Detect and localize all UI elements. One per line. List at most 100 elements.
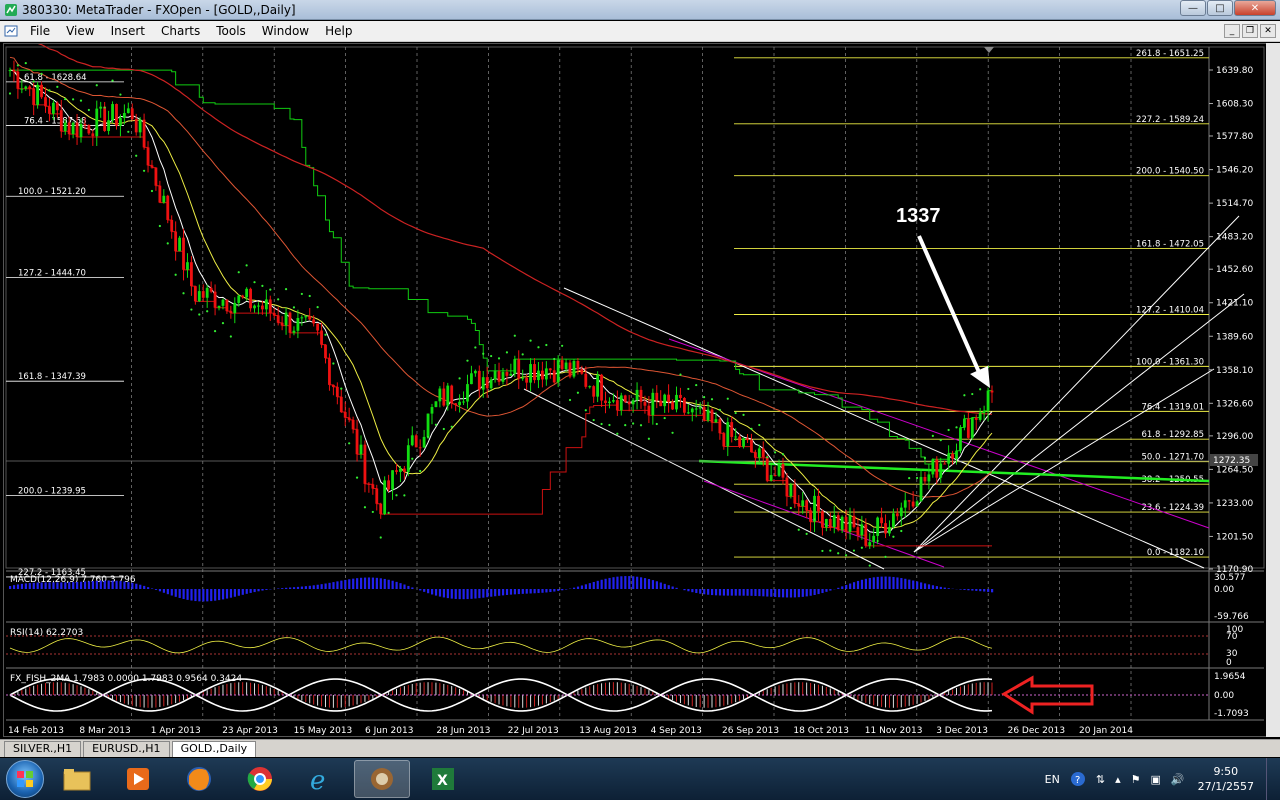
candle-body xyxy=(308,316,312,320)
macd-bar xyxy=(852,582,856,589)
candle-body xyxy=(111,104,114,121)
clock[interactable]: 9:50 27/1/2557 xyxy=(1198,764,1254,794)
candle-body xyxy=(119,117,122,126)
macd-bar xyxy=(754,589,757,596)
candle-body xyxy=(193,286,197,302)
macd-bar xyxy=(119,581,122,589)
sar-dot xyxy=(371,510,374,514)
macd-bar xyxy=(52,582,55,589)
tray-volume-icon[interactable]: 🔊 xyxy=(1171,773,1185,786)
candle-body xyxy=(71,122,75,135)
sar-dot xyxy=(718,408,721,411)
chart-document-icon[interactable] xyxy=(4,24,18,38)
macd-bar xyxy=(300,586,304,589)
tab-gold[interactable]: GOLD.,Daily xyxy=(171,741,257,757)
candle-body xyxy=(537,370,540,381)
candle-body xyxy=(217,305,221,308)
tray-chevron-icon[interactable]: ▴ xyxy=(1115,773,1121,786)
candle-body xyxy=(276,315,280,323)
candle-body xyxy=(951,453,954,459)
start-button[interactable] xyxy=(6,760,44,798)
candle-body xyxy=(832,515,836,528)
sar-dot xyxy=(142,169,146,172)
candle-body xyxy=(288,312,292,333)
tray-settings-icon[interactable]: ⇅ xyxy=(1096,773,1105,786)
candle-body xyxy=(982,410,986,413)
menu-charts[interactable]: Charts xyxy=(153,24,208,38)
date-axis-label: 3 Dec 2013 xyxy=(936,726,988,736)
macd-bar xyxy=(430,589,434,595)
minimize-button[interactable]: — xyxy=(1180,0,1206,16)
tray-flag-icon[interactable]: ⚑ xyxy=(1131,773,1141,786)
macd-bar xyxy=(813,589,816,595)
menu-help[interactable]: Help xyxy=(317,24,360,38)
menu-view[interactable]: View xyxy=(58,24,102,38)
macd-bar xyxy=(218,589,221,601)
sar-dot xyxy=(261,284,264,288)
taskbar-chrome[interactable] xyxy=(232,760,288,798)
sar-dot xyxy=(32,80,35,83)
sar-dot xyxy=(923,456,927,460)
taskbar-metatrader[interactable] xyxy=(354,760,410,798)
macd-bar xyxy=(884,576,887,589)
right-scrollbar[interactable] xyxy=(1266,43,1280,737)
macd-bar xyxy=(912,580,915,589)
macd-bar xyxy=(521,589,524,594)
metatrader-app-icon xyxy=(5,3,17,16)
macd-bar xyxy=(442,589,446,598)
sar-dot xyxy=(837,552,840,555)
red-envelope-line xyxy=(10,69,992,547)
candle-body xyxy=(328,358,331,385)
macd-bar xyxy=(742,589,745,596)
macd-bar xyxy=(841,586,844,589)
macd-bar xyxy=(655,581,658,589)
taskbar-internet-explorer[interactable]: e xyxy=(293,760,349,798)
candle-body xyxy=(458,401,461,406)
menu-file[interactable]: File xyxy=(22,24,58,38)
candle-body xyxy=(521,377,525,379)
child-restore-button[interactable]: ❐ xyxy=(1242,24,1258,38)
chart-window[interactable]: 61.8 - 1628.64 76.4 - 1587.58 100.0 - 1521… xyxy=(3,26,1278,738)
macd-axis-top: 30.577 xyxy=(1214,573,1246,583)
close-button[interactable]: ✕ xyxy=(1234,0,1276,16)
candle-body xyxy=(817,495,820,512)
candle-body xyxy=(923,476,927,482)
maximize-button[interactable]: □ xyxy=(1207,0,1233,16)
show-desktop-button[interactable] xyxy=(1266,758,1280,800)
sar-dot xyxy=(868,564,871,567)
candle-body xyxy=(8,70,12,72)
menu-insert[interactable]: Insert xyxy=(103,24,153,38)
tab-silver[interactable]: SILVER.,H1 xyxy=(4,741,82,757)
candle-body xyxy=(769,474,773,481)
macd-bar xyxy=(793,589,797,598)
macd-bar xyxy=(683,589,686,591)
child-minimize-button[interactable]: _ xyxy=(1224,24,1240,38)
taskbar-excel[interactable]: X xyxy=(415,760,471,798)
svg-text:e: e xyxy=(310,766,325,794)
candle-body xyxy=(801,500,805,507)
help-icon[interactable]: ? xyxy=(1070,771,1086,787)
candle-body xyxy=(20,88,24,90)
macd-bar xyxy=(135,583,138,589)
candle-body xyxy=(505,372,509,376)
candle-body xyxy=(813,495,816,522)
taskbar-media-player[interactable] xyxy=(110,760,166,798)
candle-body xyxy=(261,305,264,310)
price-chart[interactable]: 61.8 - 1628.6476.4 - 1587.58100.0 - 1521… xyxy=(4,26,1278,738)
candle-body xyxy=(970,417,974,438)
tab-eurusd[interactable]: EURUSD.,H1 xyxy=(83,741,170,757)
taskbar-explorer[interactable] xyxy=(49,760,105,798)
taskbar-firefox[interactable] xyxy=(171,760,227,798)
child-close-button[interactable]: ✕ xyxy=(1260,24,1276,38)
tray-network-icon[interactable]: ▣ xyxy=(1150,773,1160,786)
menu-tools[interactable]: Tools xyxy=(208,24,254,38)
menu-window[interactable]: Window xyxy=(254,24,317,38)
sar-dot xyxy=(213,330,217,333)
macd-bar xyxy=(667,585,670,589)
language-indicator[interactable]: EN xyxy=(1045,773,1060,786)
macd-bar xyxy=(596,580,599,589)
candle-body xyxy=(245,288,249,298)
chart-shift-marker[interactable] xyxy=(984,47,994,53)
sar-dot xyxy=(884,555,887,558)
sar-dot xyxy=(174,273,177,276)
